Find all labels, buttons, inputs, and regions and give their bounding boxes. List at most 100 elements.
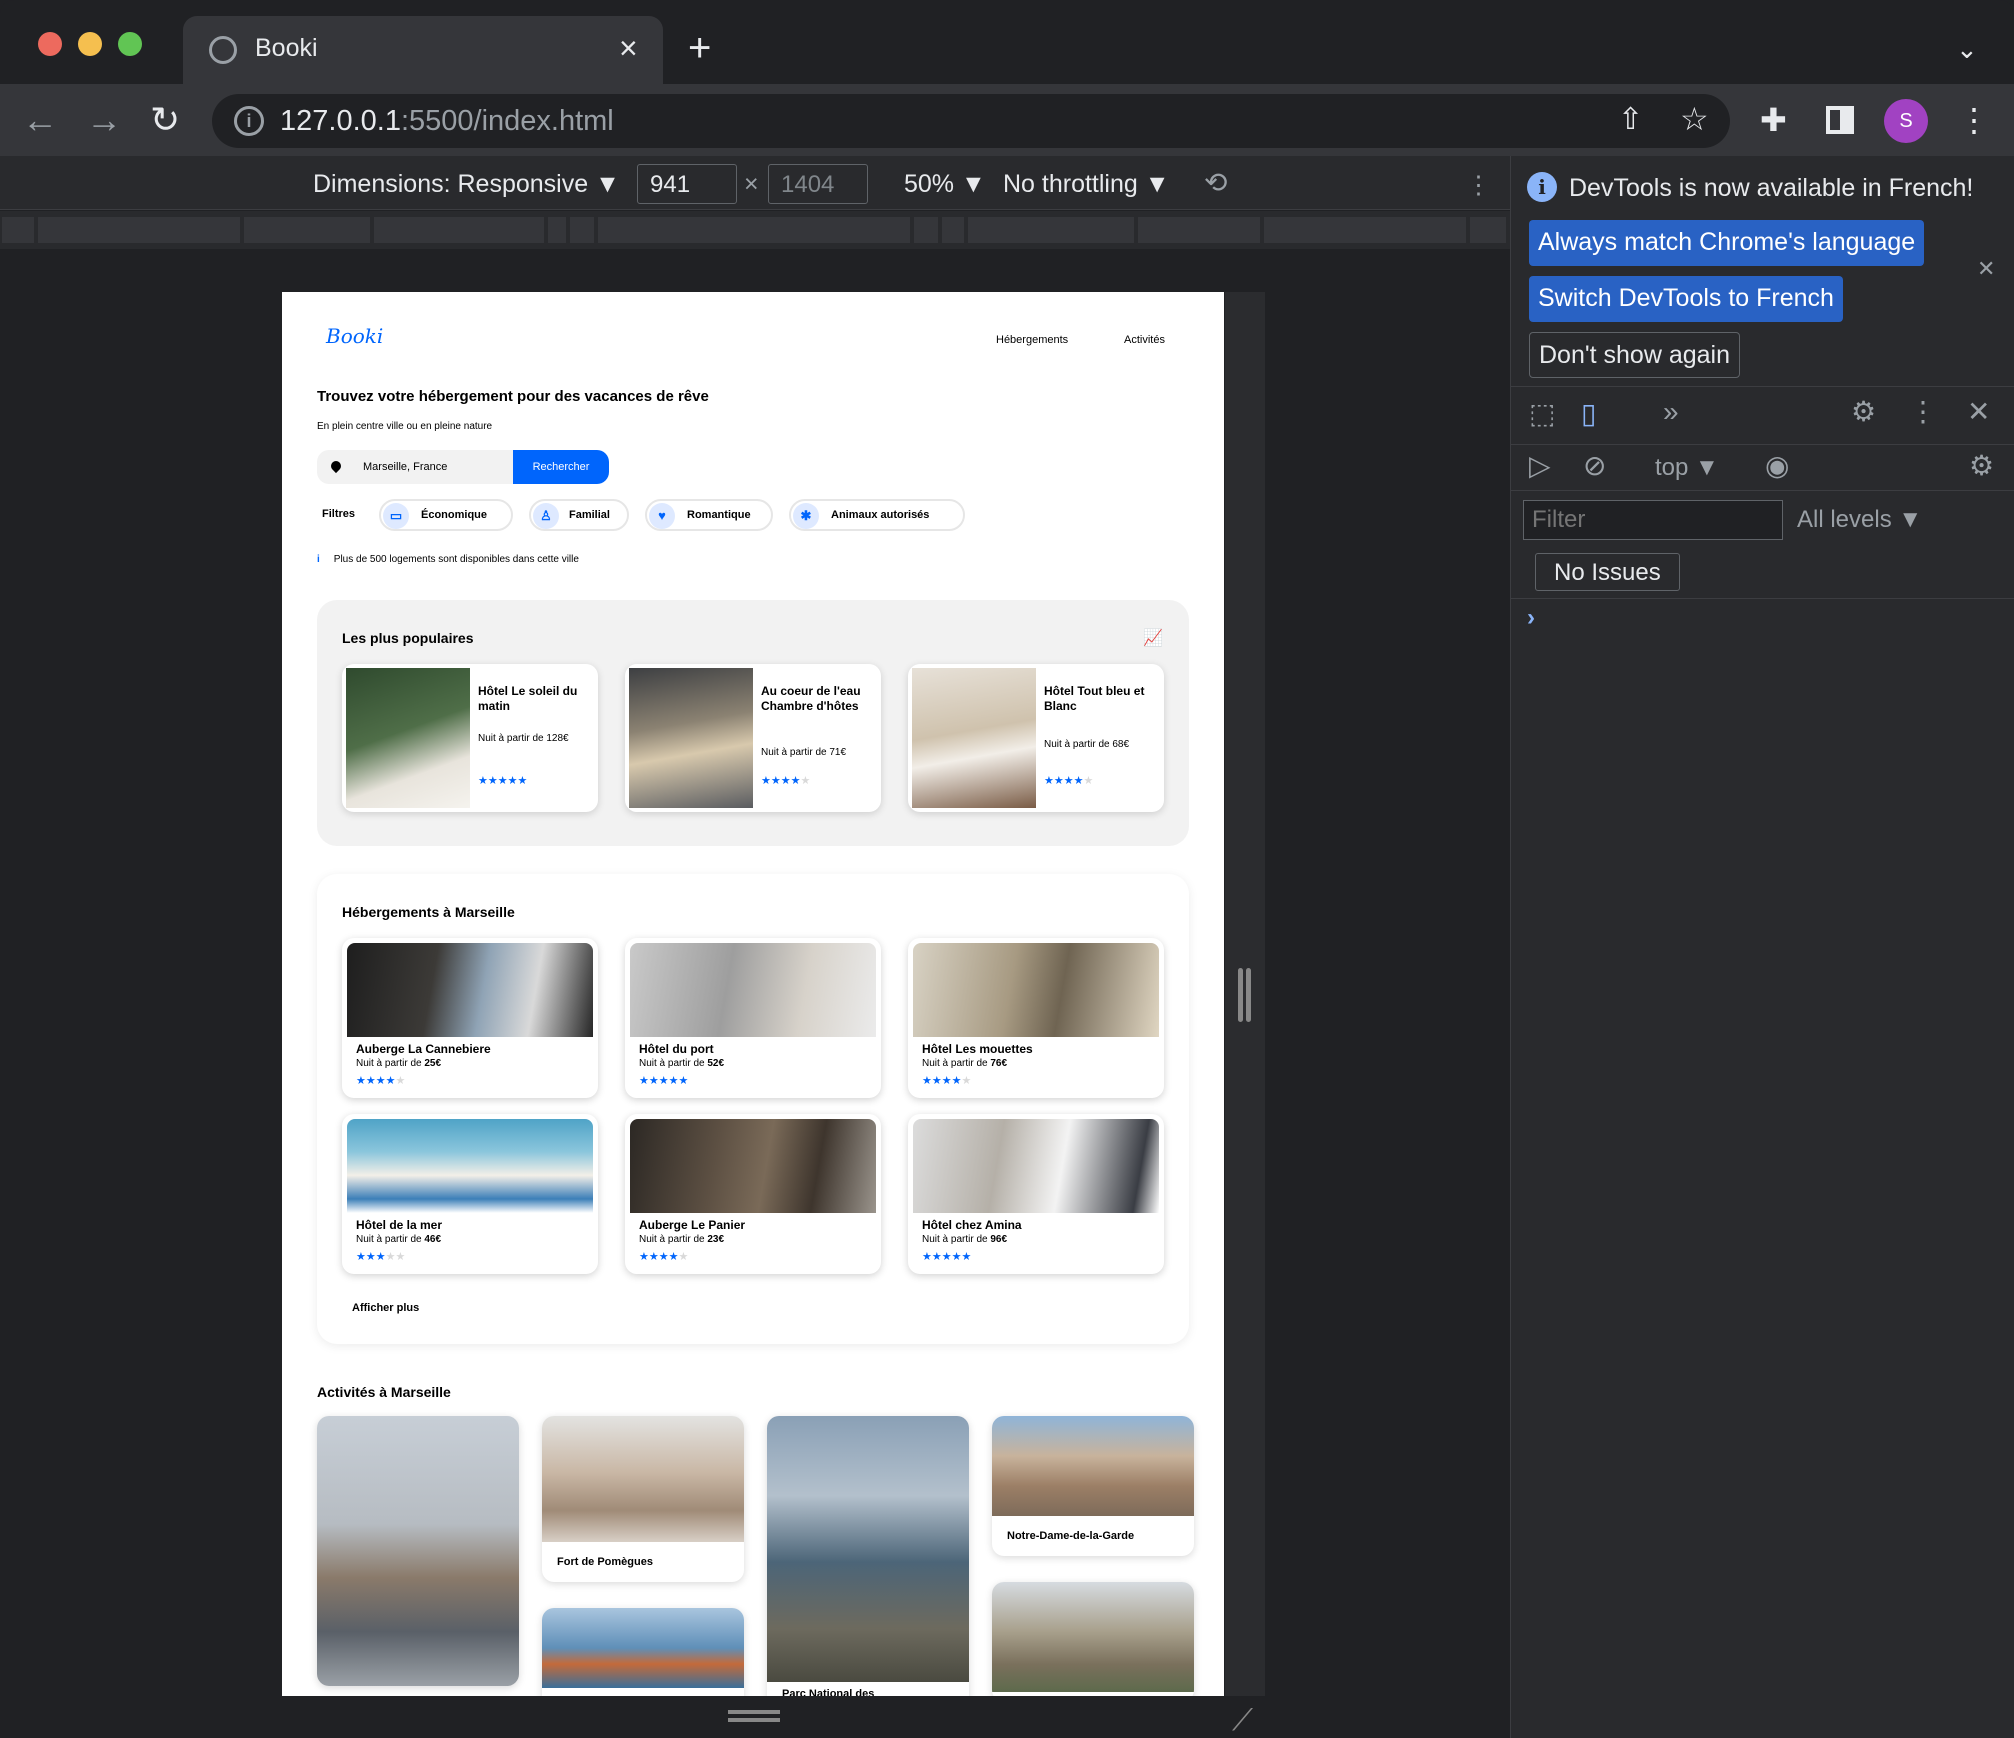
filter-economique[interactable]: ▭ Économique xyxy=(379,499,513,531)
activity-card[interactable]: Parc National des xyxy=(767,1416,969,1696)
lodging-price: Nuit à partir de 23€ xyxy=(639,1234,725,1245)
filters-label: Filtres xyxy=(322,508,356,520)
match-language-button[interactable]: Always match Chrome's language xyxy=(1529,220,1925,266)
child-icon: ♙ xyxy=(533,503,559,529)
settings-gear-icon[interactable]: ⚙ xyxy=(1851,396,1876,428)
activity-photo xyxy=(542,1608,744,1688)
site-info-icon[interactable]: i xyxy=(234,106,264,136)
hotel-price: Nuit à partir de 68€ xyxy=(1044,739,1130,750)
show-more-link[interactable]: Afficher plus xyxy=(352,1302,419,1314)
activity-card[interactable] xyxy=(542,1608,744,1696)
height-input[interactable]: 1404 xyxy=(768,164,868,204)
dimensions-dropdown[interactable]: Dimensions: Responsive ▼ xyxy=(313,170,620,199)
activity-name: Fort de Pomègues xyxy=(557,1556,653,1568)
resize-handle-bottom[interactable] xyxy=(728,1710,780,1714)
popular-card[interactable]: Hôtel Le soleil du matin Nuit à partir d… xyxy=(342,664,598,812)
console-filter-input[interactable] xyxy=(1523,500,1783,540)
nav-hebergements[interactable]: Hébergements xyxy=(996,334,1068,346)
lodging-card[interactable]: Hôtel chez Amina Nuit à partir de 96€ ★★… xyxy=(908,1114,1164,1274)
hotel-photo xyxy=(346,668,470,808)
back-arrow-icon[interactable]: ← xyxy=(22,100,58,140)
filter-label: Romantique xyxy=(687,509,751,521)
live-expression-eye-icon[interactable]: ◉ xyxy=(1765,450,1789,482)
resize-handle[interactable] xyxy=(1246,968,1251,1022)
log-levels-dropdown[interactable]: All levels ▼ xyxy=(1797,506,1922,534)
context-selector[interactable]: top ▼ xyxy=(1655,454,1719,482)
device-toggle-icon[interactable]: ▯ xyxy=(1581,398,1596,430)
issues-button[interactable]: No Issues xyxy=(1535,553,1680,591)
tab-close-button[interactable]: × xyxy=(619,28,638,68)
url-text[interactable]: 127.0.0.1:5500/index.html xyxy=(280,105,614,138)
reload-icon[interactable]: ↻ xyxy=(150,100,180,140)
browser-tab[interactable]: Booki × xyxy=(183,16,663,84)
address-bar[interactable]: i 127.0.0.1:5500/index.html ⇧ ☆ xyxy=(212,94,1730,148)
tab-search-chevron-icon[interactable]: ⌄ xyxy=(1956,34,1978,65)
close-devtools-icon[interactable]: ✕ xyxy=(1967,396,1990,428)
device-toolbar: Dimensions: Responsive ▼ 941 × 1404 50% … xyxy=(0,156,1510,210)
profile-avatar[interactable]: S xyxy=(1884,99,1928,143)
rating-stars: ★★★★★ xyxy=(1044,775,1094,787)
lodging-photo xyxy=(347,1119,593,1213)
lodging-card[interactable]: Auberge Le Panier Nuit à partir de 23€ ★… xyxy=(625,1114,881,1274)
new-tab-button[interactable]: + xyxy=(688,26,711,70)
close-window-button[interactable] xyxy=(38,32,62,56)
more-options-icon[interactable]: ⋮ xyxy=(1466,170,1491,200)
zoom-dropdown[interactable]: 50% ▼ xyxy=(904,170,986,199)
sidebar-toggle-icon[interactable]: ▷ xyxy=(1529,450,1551,482)
booki-logo[interactable]: Booki xyxy=(326,324,383,348)
inspect-element-icon[interactable]: ⬚ xyxy=(1529,398,1555,430)
lodging-name: Auberge Le Panier xyxy=(639,1218,746,1232)
share-icon[interactable]: ⇧ xyxy=(1618,102,1643,137)
rotate-icon[interactable]: ⟲ xyxy=(1204,166,1227,199)
activity-card[interactable]: Notre-Dame-de-la-Garde xyxy=(992,1416,1194,1556)
lodging-card[interactable]: Hôtel du port Nuit à partir de 52€ ★★★★★ xyxy=(625,938,881,1098)
tab-title: Booki xyxy=(255,34,318,62)
popular-card[interactable]: Au coeur de l'eau Chambre d'hôtes Nuit à… xyxy=(625,664,881,812)
bookmark-star-icon[interactable]: ☆ xyxy=(1680,100,1709,138)
hotel-name: Hôtel Le soleil du matin xyxy=(478,684,578,713)
filter-romantique[interactable]: ♥ Romantique xyxy=(645,499,773,531)
hotel-price: Nuit à partir de 71€ xyxy=(761,747,847,758)
media-query-bar[interactable] xyxy=(0,211,1510,249)
nav-activites[interactable]: Activités xyxy=(1124,334,1165,346)
times-sign: × xyxy=(744,170,759,198)
forward-arrow-icon[interactable]: → xyxy=(86,100,122,140)
resize-corner-icon[interactable]: ⟋ xyxy=(1232,1704,1253,1738)
lodging-photo xyxy=(630,943,876,1037)
popular-card[interactable]: Hôtel Tout bleu et Blanc Nuit à partir d… xyxy=(908,664,1164,812)
console-settings-icon[interactable]: ⚙ xyxy=(1969,450,1994,482)
close-banner-icon[interactable]: ✕ xyxy=(1977,256,1995,282)
activity-card[interactable]: Fort de Pomègues xyxy=(542,1416,744,1582)
activity-card[interactable] xyxy=(317,1416,519,1686)
filter-label: Animaux autorisés xyxy=(831,509,930,521)
extensions-puzzle-icon[interactable]: ✚ xyxy=(1760,100,1787,140)
lodging-name: Hôtel Les mouettes xyxy=(922,1042,1033,1056)
filter-familial[interactable]: ♙ Familial xyxy=(529,499,629,531)
lodging-card[interactable]: Auberge La Cannebiere Nuit à partir de 2… xyxy=(342,938,598,1098)
switch-french-button[interactable]: Switch DevTools to French xyxy=(1529,276,1843,322)
activity-photo xyxy=(317,1416,519,1686)
lodging-price: Nuit à partir de 76€ xyxy=(922,1058,1008,1069)
resize-handle[interactable] xyxy=(1238,968,1243,1022)
console-prompt[interactable]: › xyxy=(1527,604,1535,632)
filter-animaux[interactable]: ✱ Animaux autorisés xyxy=(789,499,965,531)
more-panels-icon[interactable]: » xyxy=(1663,396,1679,428)
lodging-card[interactable]: Hôtel de la mer Nuit à partir de 46€ ★★★… xyxy=(342,1114,598,1274)
activity-name: Notre-Dame-de-la-Garde xyxy=(1007,1530,1135,1542)
lodging-card[interactable]: Hôtel Les mouettes Nuit à partir de 76€ … xyxy=(908,938,1164,1098)
lodging-price: Nuit à partir de 52€ xyxy=(639,1058,725,1069)
width-input[interactable]: 941 xyxy=(637,164,737,204)
dont-show-again-button[interactable]: Don't show again xyxy=(1529,332,1741,378)
minimize-window-button[interactable] xyxy=(78,32,102,56)
throttling-dropdown[interactable]: No throttling ▼ xyxy=(1003,170,1169,199)
browser-menu-icon[interactable]: ⋮ xyxy=(1958,100,1990,140)
lodging-photo xyxy=(347,943,593,1037)
activity-card[interactable] xyxy=(992,1582,1194,1696)
search-button[interactable]: Rechercher xyxy=(513,450,609,484)
side-panel-icon[interactable] xyxy=(1826,106,1854,134)
search-input[interactable]: Marseille, France xyxy=(317,450,513,484)
zoom-window-button[interactable] xyxy=(118,32,142,56)
devtools-menu-icon[interactable]: ⋮ xyxy=(1909,396,1937,428)
clear-console-icon[interactable]: ⊘ xyxy=(1583,450,1606,482)
viewport-scroll-area xyxy=(1225,292,1265,1696)
